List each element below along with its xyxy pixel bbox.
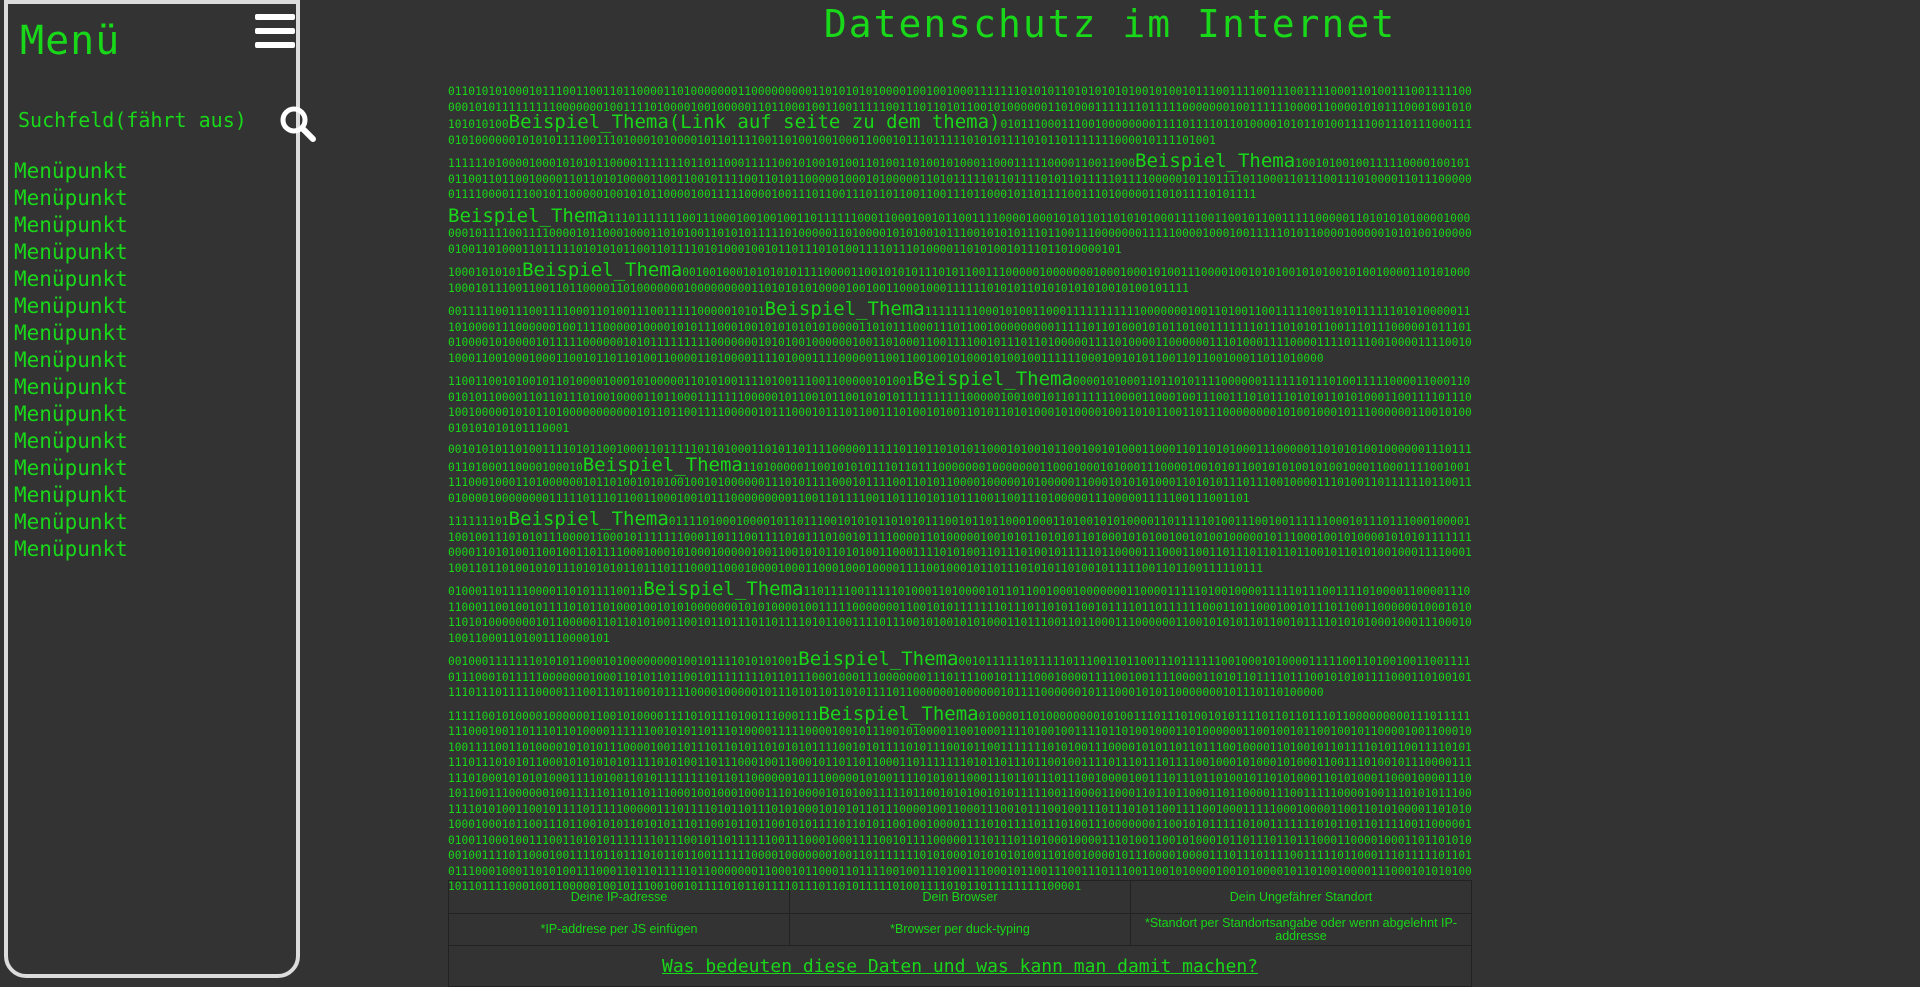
menu-item[interactable]: Menüpunkt	[14, 455, 128, 482]
menu-item[interactable]: Menüpunkt	[14, 293, 128, 320]
binary-block: 01000110111100001101011110011Beispiel_Th…	[448, 580, 1472, 646]
search-icon[interactable]	[278, 104, 318, 144]
topic-link[interactable]: Beispiel_Thema	[765, 298, 925, 320]
binary-text: 01000110111100001101011110011	[448, 585, 644, 598]
menu-item[interactable]: Menüpunkt	[14, 509, 128, 536]
binary-text-area: 0110101010001011100110011011000011010000…	[448, 84, 1472, 901]
binary-block: 0010101011010011110101100100011011111011…	[448, 442, 1472, 506]
menu-item[interactable]: Menüpunkt	[14, 212, 128, 239]
menu-item[interactable]: Menüpunkt	[14, 536, 128, 563]
binary-block: 111111101Beispiel_Thema01111010001000010…	[448, 510, 1472, 576]
menu-item[interactable]: Menüpunkt	[14, 347, 128, 374]
binary-text: 111111101	[448, 515, 509, 528]
menu-title: Menü	[20, 18, 121, 64]
value-location: *Standort per Standortsangabe oder wenn …	[1130, 913, 1472, 946]
menu-item[interactable]: Menüpunkt	[14, 158, 128, 185]
header-ip: Deine IP-adresse	[448, 880, 790, 914]
topic-link[interactable]: Beispiel_Thema	[1135, 150, 1295, 172]
menu-item[interactable]: Menüpunkt	[14, 239, 128, 266]
topic-link[interactable]: Beispiel_Thema	[913, 368, 1073, 390]
hamburger-bar	[255, 28, 295, 34]
binary-block: 1111100101000010000001100101000011110101…	[448, 704, 1472, 895]
binary-block: 1111110100001000101010110000111111101101…	[448, 152, 1472, 203]
binary-text: 1111110100001000101010110000111111101101…	[448, 157, 1136, 170]
hamburger-bar	[255, 42, 295, 48]
menu-item[interactable]: Menüpunkt	[14, 401, 128, 428]
info-link[interactable]: Was bedeuten diese Daten und was kann ma…	[662, 956, 1258, 977]
topic-link[interactable]: Beispiel_Thema	[798, 648, 958, 670]
value-ip: *IP-addrese per JS einfügen	[448, 913, 790, 946]
info-link-cell: Was bedeuten diese Daten und was kann ma…	[448, 945, 1472, 987]
menu-item[interactable]: Menüpunkt	[14, 374, 128, 401]
binary-block: 10001010101Beispiel_Thema001001000101010…	[448, 261, 1472, 296]
binary-text: 1100110010100101101000010001010000011010…	[448, 375, 913, 388]
topic-link[interactable]: Beispiel_Thema	[522, 259, 682, 281]
binary-block: 0110101010001011100110011011000011010000…	[448, 84, 1472, 148]
topic-link[interactable]: Beispiel_Thema	[509, 508, 669, 530]
topic-link[interactable]: Beispiel_Thema	[643, 578, 803, 600]
hamburger-bar	[255, 14, 295, 20]
binary-block: 0011111001110011110001101001110011111000…	[448, 300, 1472, 366]
topic-link[interactable]: Beispiel_Thema(Link auf seite zu dem the…	[509, 111, 1001, 133]
menu-item[interactable]: Menüpunkt	[14, 482, 128, 509]
binary-text: 1111100101000010000001100101000011110101…	[448, 709, 819, 723]
search-field-label[interactable]: Suchfeld(fährt aus)	[18, 108, 247, 132]
value-browser: *Browser per duck-typing	[789, 913, 1131, 946]
menu-item[interactable]: Menüpunkt	[14, 320, 128, 347]
binary-text: 0011111001110011110001101001110011111000…	[448, 305, 765, 318]
sidebar: Menü Suchfeld(fährt aus) Menüpunkt Menüpu…	[4, 0, 316, 978]
hamburger-icon[interactable]	[255, 14, 295, 56]
binary-text: 0010001111111010101100010100000000100101…	[448, 655, 799, 668]
menu-item[interactable]: Menüpunkt	[14, 266, 128, 293]
menu-item[interactable]: Menüpunkt	[14, 428, 128, 455]
header-browser: Dein Browser	[789, 880, 1131, 914]
binary-block: Beispiel_Thema11101111111001110001001001…	[448, 206, 1472, 258]
binary-text: 10001010101	[448, 266, 523, 279]
header-location: Dein Ungefährer Standort	[1130, 880, 1472, 914]
menu-item[interactable]: Menüpunkt	[14, 185, 128, 212]
menu-list: Menüpunkt Menüpunkt Menüpunkt Menüpunkt Menü…	[14, 158, 128, 563]
topic-link[interactable]: Beispiel_Thema	[818, 703, 978, 725]
binary-block: 1100110010100101101000010001010000011010…	[448, 370, 1472, 436]
binary-block: 0010001111111010101100010100000000100101…	[448, 650, 1472, 701]
binary-text: 0100001101000000001010011101110100101011…	[448, 709, 1472, 894]
topic-link[interactable]: Beispiel_Thema	[583, 454, 743, 476]
topic-link[interactable]: Beispiel_Thema	[448, 205, 608, 227]
page-title: Datenschutz im Internet	[823, 2, 1397, 46]
info-table: Deine IP-adresse Dein Browser Dein Ungef…	[448, 880, 1472, 987]
